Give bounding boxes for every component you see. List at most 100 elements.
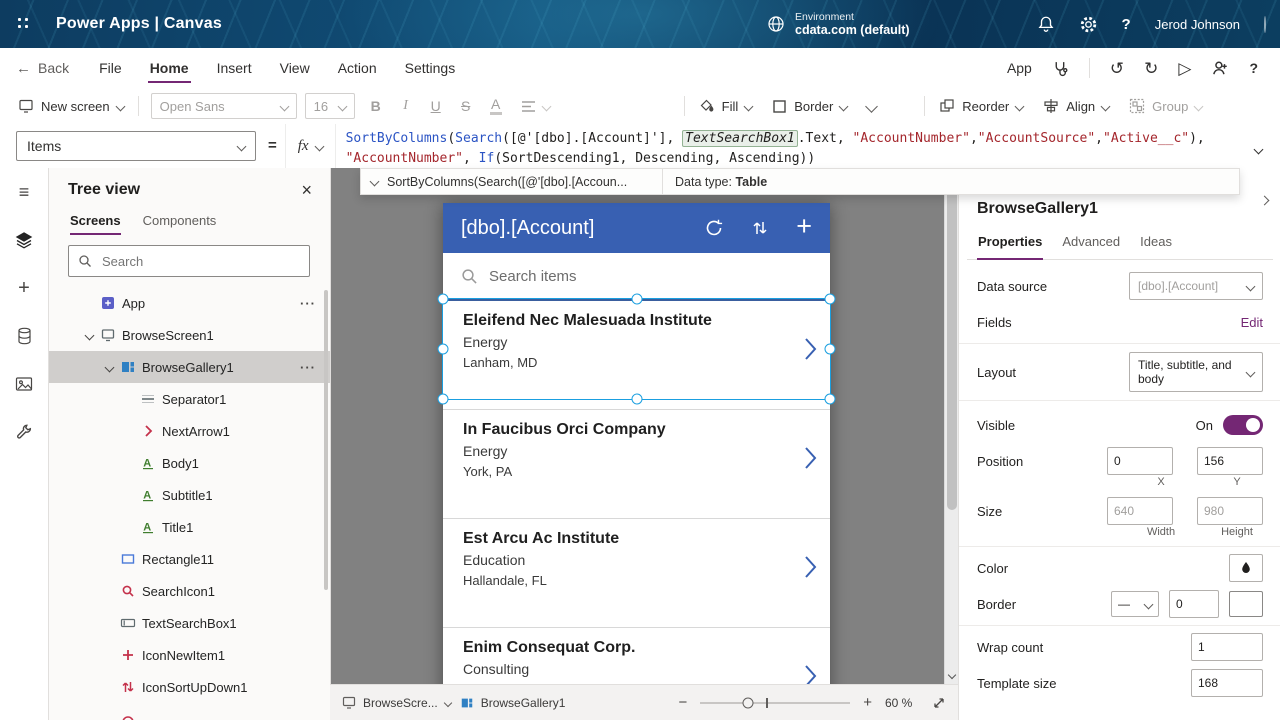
tree-item-subtitle1[interactable]: A Subtitle1	[48, 479, 330, 511]
property-select[interactable]: Items	[16, 131, 256, 161]
layout-select[interactable]: Title, subtitle, and body	[1129, 352, 1263, 392]
formula-result-expression[interactable]: SortByColumns(Search([@'[dbo].[Accoun...	[361, 169, 663, 194]
rail-tree-view-button[interactable]	[0, 216, 48, 264]
gallery-item[interactable]: Enim Consequat Corp. Consulting New Have…	[443, 627, 830, 684]
preview-button[interactable]: ▷	[1178, 60, 1191, 77]
zoom-slider-knob[interactable]	[743, 697, 754, 708]
font-size-select[interactable]: 16	[305, 93, 355, 119]
border-button[interactable]: Border	[762, 88, 857, 124]
tree-item-app[interactable]: App ···	[48, 287, 330, 319]
gallery-header-bar[interactable]: [dbo].[Account] +	[443, 203, 830, 253]
reorder-button[interactable]: Reorder	[929, 88, 1033, 124]
tree-item-rectangle11[interactable]: Rectangle11	[48, 543, 330, 575]
zoom-out-button[interactable]: −	[678, 695, 687, 710]
tree-item-separator1[interactable]: Separator1	[48, 383, 330, 415]
gallery-item[interactable]: Est Arcu Ac Institute Education Hallanda…	[443, 518, 830, 627]
panel-collapse-button[interactable]	[1261, 192, 1268, 207]
next-arrow-icon[interactable]	[804, 664, 817, 684]
menu-item-home[interactable]: Home	[136, 48, 203, 88]
scrollbar-down-button[interactable]	[945, 667, 959, 683]
more-formatting-button[interactable]	[857, 88, 886, 124]
more-options-icon[interactable]: ···	[300, 360, 316, 375]
tree-item-body1[interactable]: A Body1	[48, 447, 330, 479]
fit-to-window-button[interactable]	[932, 696, 946, 710]
tree-item-searchicon1[interactable]: SearchIcon1	[48, 575, 330, 607]
refresh-button[interactable]	[704, 218, 724, 238]
wrap-count-input[interactable]	[1191, 633, 1263, 661]
tree-tab-components[interactable]: Components	[133, 207, 227, 237]
expand-chevron-icon[interactable]	[105, 362, 115, 372]
share-button[interactable]	[1211, 59, 1229, 77]
design-canvas[interactable]: [dbo].[Account] +	[330, 168, 944, 684]
color-picker-button[interactable]	[1229, 554, 1263, 582]
fields-edit-link[interactable]: Edit	[1241, 315, 1263, 330]
tree-tab-screens[interactable]: Screens	[60, 207, 131, 237]
redo-button[interactable]: ↻	[1144, 60, 1158, 77]
border-color-swatch[interactable]	[1229, 591, 1263, 617]
next-arrow-icon[interactable]	[804, 337, 817, 361]
expand-chevron-icon[interactable]	[85, 330, 95, 340]
scrollbar-thumb[interactable]	[947, 180, 957, 510]
menu-item-settings[interactable]: Settings	[391, 48, 470, 88]
sort-button[interactable]	[751, 219, 769, 237]
group-button[interactable]: Group	[1119, 88, 1212, 124]
tree-search-input[interactable]	[100, 253, 300, 270]
font-color-button[interactable]: A	[481, 88, 511, 124]
gallery-item[interactable]: In Faucibus Orci Company Energy York, PA	[443, 409, 830, 518]
italic-button[interactable]: I	[391, 88, 421, 124]
font-family-select[interactable]: Open Sans	[151, 93, 297, 119]
next-arrow-icon[interactable]	[804, 446, 817, 470]
tree-view-close-button[interactable]: ×	[301, 181, 312, 199]
settings-button[interactable]	[1079, 15, 1098, 34]
gallery-item[interactable]: Eleifend Nec Malesuada Institute Energy …	[443, 301, 830, 409]
underline-button[interactable]: U	[421, 88, 451, 124]
tree-scrollbar[interactable]	[324, 290, 328, 590]
size-width-input[interactable]	[1107, 497, 1173, 525]
undo-button[interactable]: ↺	[1110, 60, 1124, 77]
help-button[interactable]: ?	[1122, 16, 1131, 33]
fill-button[interactable]: Fill	[689, 88, 763, 124]
menubar-help-button[interactable]: ?	[1249, 61, 1258, 75]
new-screen-button[interactable]: New screen	[8, 88, 134, 124]
more-options-icon[interactable]: ···	[300, 296, 316, 311]
zoom-in-button[interactable]: +	[863, 695, 872, 710]
tree-item-title1[interactable]: A Title1	[48, 511, 330, 543]
tree-item-textsearchbox1[interactable]: TextSearchBox1	[48, 607, 330, 639]
tree-item-iconnewitem1[interactable]: IconNewItem1	[48, 639, 330, 671]
next-arrow-icon[interactable]	[804, 555, 817, 579]
tree-item-iconsortupdown1[interactable]: IconSortUpDown1	[48, 671, 330, 703]
tree-item-nextarrow1[interactable]: NextArrow1	[48, 415, 330, 447]
align-button[interactable]: Align	[1033, 88, 1119, 124]
data-source-select[interactable]: [dbo].[Account]	[1129, 272, 1263, 300]
rail-data-button[interactable]	[0, 312, 48, 360]
rail-insert-button[interactable]: +	[0, 264, 48, 312]
panel-tab-advanced[interactable]: Advanced	[1053, 226, 1129, 259]
menu-item-view[interactable]: View	[266, 48, 324, 88]
gallery-search-box[interactable]: Search items	[443, 253, 830, 301]
formula-input[interactable]: SortByColumns(Search([@'[dbo].[Account]'…	[336, 124, 1249, 173]
template-size-input[interactable]	[1191, 669, 1263, 697]
environment-switcher[interactable]: Environment cdata.com (default)	[766, 11, 910, 37]
app-checker-button[interactable]	[1052, 60, 1069, 77]
formula-bar-expand-button[interactable]	[1255, 141, 1262, 156]
canvas-scrollbar[interactable]	[944, 168, 959, 684]
tree-item-browsescreen1[interactable]: BrowseScreen1	[48, 319, 330, 351]
zoom-slider[interactable]	[700, 702, 850, 704]
tree-search-box[interactable]	[68, 245, 310, 277]
back-button[interactable]: ← Back	[16, 60, 69, 77]
menu-item-file[interactable]: File	[85, 48, 136, 88]
text-align-button[interactable]	[511, 88, 560, 124]
border-width-input[interactable]	[1169, 590, 1219, 618]
panel-tab-ideas[interactable]: Ideas	[1131, 226, 1181, 259]
menu-item-action[interactable]: Action	[324, 48, 391, 88]
fx-button[interactable]: fx	[285, 124, 336, 168]
current-screen-select[interactable]: BrowseScre...	[342, 696, 451, 710]
bold-button[interactable]: B	[361, 88, 391, 124]
position-y-input[interactable]	[1197, 447, 1263, 475]
visible-toggle[interactable]	[1223, 415, 1263, 435]
notifications-button[interactable]	[1037, 15, 1055, 33]
tree-item-browsegallery1[interactable]: BrowseGallery1 ···	[48, 351, 330, 383]
rail-menu-button[interactable]: ≡	[0, 168, 48, 216]
panel-tab-properties[interactable]: Properties	[969, 226, 1051, 259]
current-control-chip[interactable]: BrowseGallery1	[460, 696, 566, 710]
